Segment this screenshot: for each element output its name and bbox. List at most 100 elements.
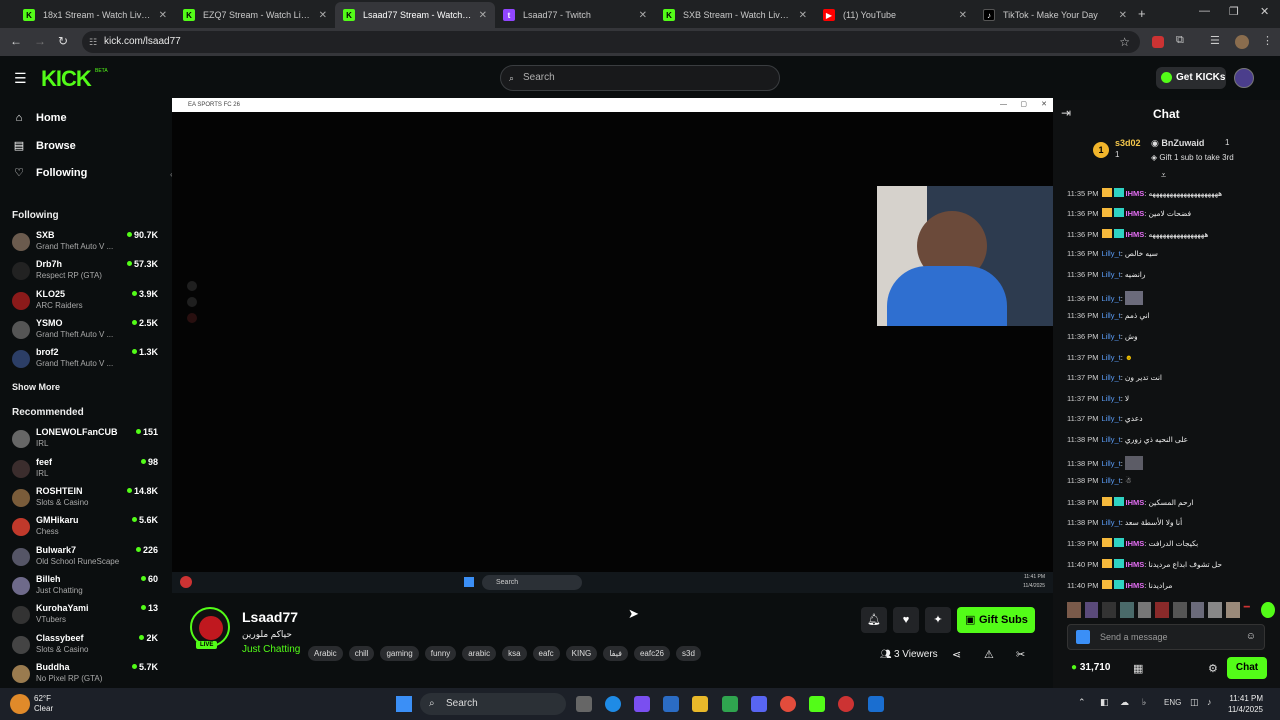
tag[interactable]: chill <box>348 646 375 661</box>
report-button[interactable]: ⚠ <box>984 648 994 661</box>
maximize-button[interactable]: ❐ <box>1229 5 1239 18</box>
video-player[interactable]: EA SPORTS FC 26 — ▢ ✕ Search 11:41 PM 11/… <box>172 98 1053 593</box>
close-tab-icon[interactable]: ✕ <box>1119 10 1127 21</box>
notification-bell-button[interactable]: 🔔︎ <box>861 607 887 633</box>
tag[interactable]: funny <box>424 646 457 661</box>
reload-button[interactable]: ↻ <box>58 34 68 48</box>
emote-button[interactable] <box>1102 602 1117 618</box>
gifter-name[interactable]: s3d02 <box>1115 138 1141 148</box>
channel-item[interactable]: ROSHTEIN Slots & Casino 14.8K <box>12 485 162 513</box>
minimize-button[interactable]: — <box>1199 5 1210 17</box>
tab-youtube[interactable]: ▶ (11) YouTube ✕ <box>815 2 975 28</box>
back-button[interactable]: ← <box>10 34 22 48</box>
channel-item[interactable]: Drb7h Respect RP (GTA) 57.3K <box>12 258 162 286</box>
tag[interactable]: eafc26 <box>633 646 670 661</box>
tag[interactable]: eafc <box>532 646 560 661</box>
tag[interactable]: arabic <box>462 646 497 661</box>
close-tab-icon[interactable]: ✕ <box>639 10 647 21</box>
channel-item[interactable]: KLO25 ARC Raiders 3.9K <box>12 288 162 316</box>
chrome-icon[interactable] <box>780 696 796 712</box>
vpn-icon[interactable] <box>868 696 884 712</box>
emote-button[interactable] <box>1261 602 1276 618</box>
tag[interactable]: gaming <box>380 646 419 661</box>
tab-ezq7[interactable]: KEZQ7 Stream - Watch Live on Kick✕ <box>175 2 335 28</box>
bookmark-star-icon[interactable]: ☆ <box>1119 31 1130 53</box>
tab-twitch[interactable]: t Lsaad77 - Twitch ✕ <box>495 2 655 28</box>
tag[interactable]: Arabic <box>308 646 343 661</box>
emote-button[interactable] <box>1120 602 1134 618</box>
channel-item[interactable]: Billeh Just Chatting 60 <box>12 573 162 601</box>
windows-start-icon[interactable] <box>396 696 412 712</box>
streamer-name[interactable]: Lsaad77 <box>242 609 298 625</box>
tab-18x1[interactable]: K18x1 Stream - Watch Live on Kick✕ <box>15 2 175 28</box>
language-indicator[interactable]: ENG <box>1164 698 1181 707</box>
share-button[interactable]: ⋖ <box>952 648 961 661</box>
expand-pinned-icon[interactable]: ⩡ <box>1161 170 1166 181</box>
emote-button[interactable]: ━ <box>1244 602 1258 618</box>
search-input[interactable]: ⌕ Search <box>500 65 780 91</box>
collapse-chat-icon[interactable]: ⇥ <box>1061 106 1071 120</box>
show-more-link[interactable]: Show More <box>12 382 60 392</box>
discord-icon[interactable] <box>751 696 767 712</box>
close-tab-icon[interactable]: ✕ <box>479 10 487 21</box>
edge-icon[interactable] <box>605 696 621 712</box>
channel-item[interactable]: KurohaYami VTubers 13 <box>12 602 162 630</box>
close-window-button[interactable]: ✕ <box>1260 5 1269 18</box>
obs-icon[interactable] <box>838 696 854 712</box>
site-info-icon[interactable]: ☷ <box>89 31 97 53</box>
system-clock[interactable]: 11:41 PM 11/4/2025 <box>1228 693 1263 715</box>
close-tab-icon[interactable]: ✕ <box>799 10 807 21</box>
volume-icon[interactable]: ♪ <box>1207 697 1212 707</box>
mic-icon[interactable]: ♭ <box>1142 697 1146 708</box>
channel-item[interactable]: brof2 Grand Theft Auto V ... 1.3K <box>12 346 162 374</box>
store-icon[interactable] <box>663 696 679 712</box>
task-view-icon[interactable] <box>576 696 592 712</box>
clip-button[interactable]: ✂ <box>1016 648 1025 661</box>
follow-button[interactable]: ♥ <box>893 607 919 633</box>
channel-item[interactable]: SXB Grand Theft Auto V ... 90.7K <box>12 229 162 257</box>
tag[interactable]: s3d <box>676 646 701 661</box>
chat-settings-icon[interactable]: ⚙ <box>1208 662 1218 675</box>
gifter-name[interactable]: ◉ BnZuwaid <box>1151 138 1204 149</box>
copilot-icon[interactable] <box>634 696 650 712</box>
tray-app-icon[interactable]: ◧ <box>1100 697 1109 708</box>
emote-button[interactable] <box>1190 602 1205 618</box>
browser-menu-icon[interactable]: ⋮ <box>1262 34 1273 47</box>
tag[interactable]: فيفا <box>603 646 628 661</box>
gift-subs-button[interactable]: ▣ Gift Subs <box>957 607 1035 633</box>
weather-icon[interactable] <box>10 694 30 714</box>
url-field[interactable]: ☷ kick.com/lsaad77 ☆ <box>82 31 1140 53</box>
send-chat-button[interactable]: Chat <box>1227 657 1267 679</box>
profile-avatar[interactable] <box>1235 35 1249 49</box>
taskbar-search[interactable]: ⌕ Search <box>420 693 566 715</box>
tag[interactable]: KING <box>565 646 598 661</box>
reading-list-icon[interactable]: ☰ <box>1210 34 1220 47</box>
emote-button[interactable] <box>1155 602 1170 618</box>
tab-lsaad77[interactable]: KLsaad77 Stream - Watch Live on Kick✕ <box>335 2 495 28</box>
nav-following[interactable]: ♡ Following <box>12 166 87 180</box>
forward-button[interactable]: → <box>34 34 46 48</box>
emote-button[interactable] <box>1173 602 1187 618</box>
channel-item[interactable]: Bulwark7 Old School RuneScape 226 <box>12 544 162 572</box>
emote-button[interactable] <box>1208 602 1223 618</box>
extensions-puzzle-icon[interactable]: ⧉ <box>1176 34 1184 47</box>
tab-sxb[interactable]: KSXB Stream - Watch Live on Kick✕ <box>655 2 815 28</box>
weather-widget[interactable]: 62°F Clear <box>34 694 53 714</box>
nav-browse[interactable]: ▤ Browse <box>12 139 76 153</box>
more-actions-button[interactable]: ✦ <box>925 607 951 633</box>
close-tab-icon[interactable]: ✕ <box>959 10 967 21</box>
xbox-icon[interactable] <box>722 696 738 712</box>
network-icon[interactable]: ◫ <box>1190 697 1199 708</box>
hamburger-menu-icon[interactable]: ☰ <box>14 70 27 87</box>
emote-button[interactable] <box>1084 602 1099 618</box>
cloud-icon[interactable]: ☁ <box>1120 697 1129 708</box>
user-avatar[interactable] <box>1234 68 1254 88</box>
channel-item[interactable]: YSMO Grand Theft Auto V ... 2.5K <box>12 317 162 345</box>
close-tab-icon[interactable]: ✕ <box>159 10 167 21</box>
emote-button[interactable] <box>1067 602 1081 618</box>
channel-item[interactable]: feef IRL 98 <box>12 456 162 484</box>
get-kicks-button[interactable]: Get KICKs <box>1156 67 1226 89</box>
new-tab-button[interactable]: + <box>1138 6 1146 21</box>
kicks-balance[interactable]: ● 31,710 <box>1071 662 1110 673</box>
channel-item[interactable]: GMHikaru Chess 5.6K <box>12 514 162 542</box>
